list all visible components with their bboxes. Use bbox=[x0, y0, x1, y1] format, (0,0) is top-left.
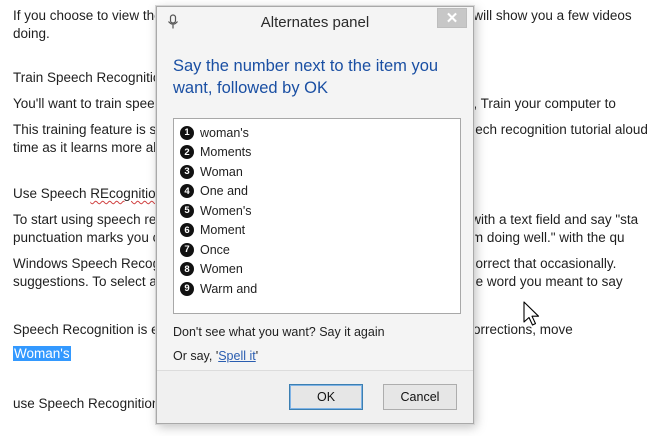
alternates-list[interactable]: 1 woman's 2 Moments 3 Woman 4 One and 5 Women's 6 M… bbox=[173, 118, 461, 314]
alternate-item[interactable]: 7 Once bbox=[180, 240, 230, 259]
item-label: Women bbox=[200, 262, 243, 276]
document-line: Train Speech Recognition bbox=[13, 70, 168, 86]
item-label: woman's bbox=[200, 125, 249, 140]
mouse-pointer-icon bbox=[523, 301, 540, 326]
item-number-badge: 5 bbox=[180, 203, 194, 218]
item-label: Moments bbox=[200, 145, 252, 159]
or-say-text: Or say, 'Spell it' bbox=[173, 349, 258, 363]
alternate-item[interactable]: 3 Woman bbox=[180, 162, 243, 181]
document-text: Use Speech bbox=[13, 186, 91, 201]
close-button[interactable]: ✕ bbox=[437, 8, 467, 28]
spell-it-link[interactable]: Spell it bbox=[218, 349, 256, 363]
item-number-badge: 9 bbox=[180, 281, 194, 296]
item-number-badge: 8 bbox=[180, 262, 194, 276]
document-text: doing. bbox=[13, 26, 50, 41]
cancel-button[interactable]: Cancel bbox=[383, 384, 457, 410]
document-text: REcognition bbox=[90, 186, 164, 201]
item-number-badge: 4 bbox=[180, 184, 194, 198]
close-icon: ✕ bbox=[445, 9, 459, 27]
document-line: use Speech Recognition bbox=[13, 396, 159, 412]
document-line: Woman's bbox=[13, 346, 71, 362]
alternates-panel-dialog: Alternates panel ✕ Say the number next t… bbox=[156, 6, 474, 424]
item-label: Women's bbox=[200, 203, 252, 218]
dialog-title: Alternates panel bbox=[260, 14, 370, 31]
alternate-item[interactable]: 2 Moments bbox=[180, 143, 251, 162]
item-number-badge: 3 bbox=[180, 164, 194, 179]
ok-button[interactable]: OK bbox=[289, 384, 363, 410]
item-number-badge: 6 bbox=[180, 223, 194, 237]
selected-text: Woman's bbox=[13, 346, 71, 361]
dialog-titlebar[interactable]: Alternates panel ✕ bbox=[157, 7, 473, 38]
alternate-item[interactable]: 1 woman's bbox=[180, 123, 249, 142]
item-number-badge: 2 bbox=[180, 145, 194, 159]
document-text: Train Speech Recognition bbox=[13, 70, 168, 85]
instruction-heading: Say the number next to the item you want… bbox=[173, 57, 439, 97]
item-number-badge: 7 bbox=[180, 242, 194, 257]
alternate-item[interactable]: 8 Women bbox=[180, 260, 243, 279]
item-label: Warm and bbox=[200, 281, 258, 296]
item-label: Woman bbox=[200, 164, 243, 179]
alternate-item[interactable]: 6 Moment bbox=[180, 221, 245, 240]
hint-text: Don't see what you want? Say it again bbox=[173, 325, 385, 339]
alternate-item[interactable]: 4 One and bbox=[180, 182, 248, 201]
or-say-suffix: ' bbox=[255, 349, 259, 363]
item-label: One and bbox=[200, 184, 248, 198]
item-number-badge: 1 bbox=[180, 125, 194, 140]
alternate-item[interactable]: 5 Women's bbox=[180, 201, 251, 220]
document-line: Use Speech REcognition bbox=[13, 186, 163, 202]
document-line: doing. bbox=[13, 26, 50, 42]
or-say-prefix: Or say, ' bbox=[173, 349, 219, 363]
item-label: Once bbox=[200, 242, 230, 257]
item-label: Moment bbox=[200, 223, 246, 237]
dialog-button-bar: OK Cancel bbox=[157, 370, 473, 423]
alternate-item[interactable]: 9 Warm and bbox=[180, 279, 257, 298]
document-text: use Speech Recognition bbox=[13, 396, 160, 411]
